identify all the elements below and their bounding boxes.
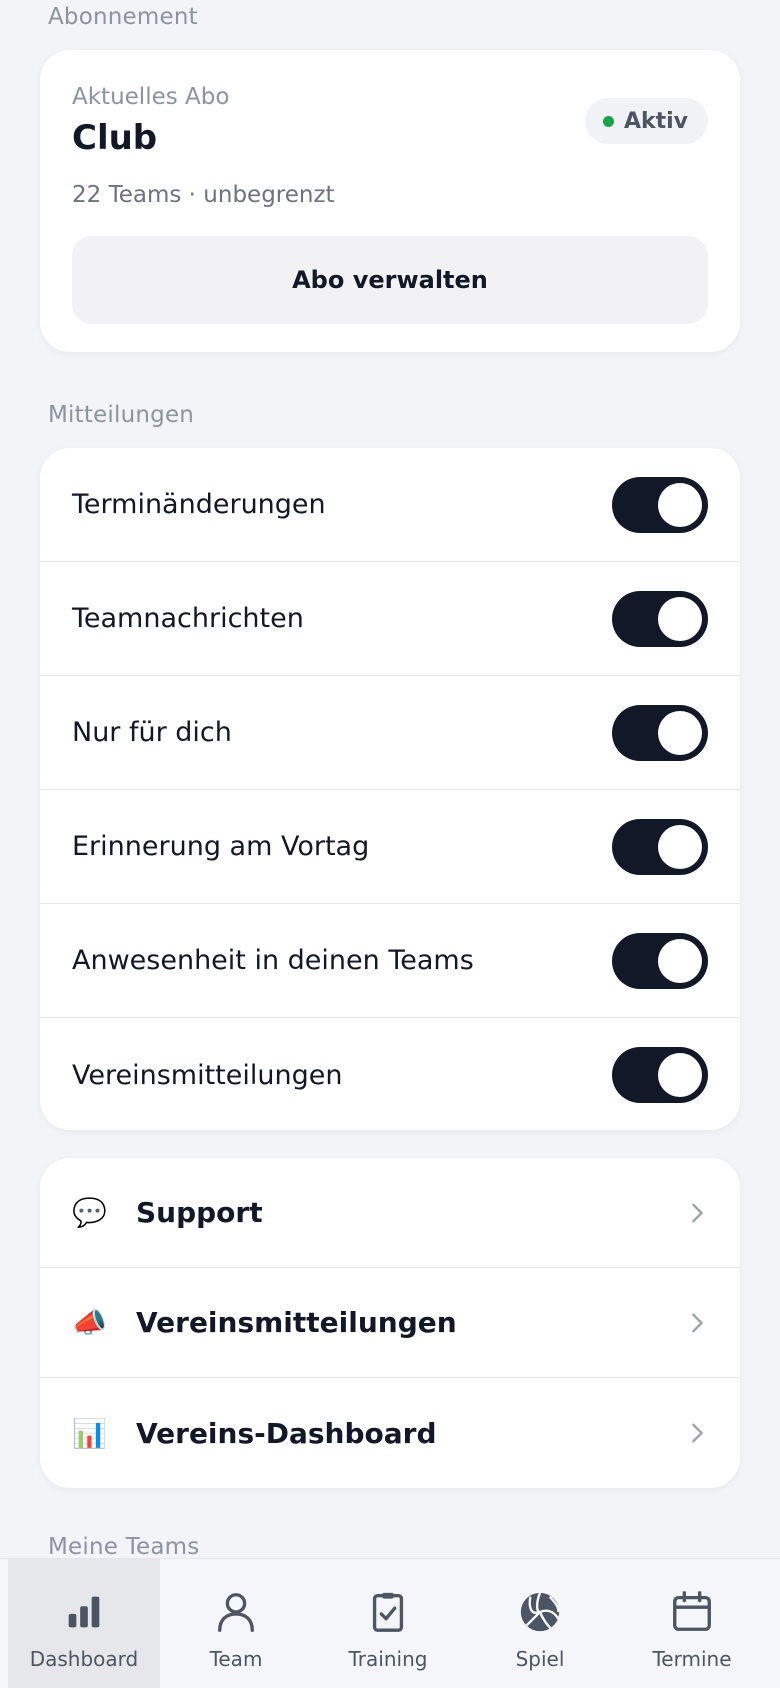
nav-item-game[interactable]: Spiel [464, 1559, 616, 1688]
megaphone-icon: 📣 [72, 1306, 107, 1339]
link-label: Vereinsmitteilungen [136, 1306, 457, 1339]
nav-item-team[interactable]: Team [160, 1559, 312, 1688]
notification-row-club-messages: Vereinsmitteilungen [40, 1018, 740, 1130]
manage-subscription-button[interactable]: Abo verwalten [72, 236, 708, 324]
notification-row-reminder: Erinnerung am Vortag [40, 790, 740, 904]
section-label-subscription: Abonnement [48, 4, 198, 30]
notification-row-team-messages: Teamnachrichten [40, 562, 740, 676]
notification-row-attendance: Anwesenheit in deinen Teams [40, 904, 740, 1018]
notification-label: Nur für dich [72, 717, 232, 748]
chevron-right-icon [692, 1423, 703, 1443]
volleyball-icon [520, 1592, 560, 1632]
link-row-club-messages[interactable]: 📣 Vereinsmitteilungen [40, 1268, 740, 1378]
nav-label: Dashboard [29, 1647, 139, 1671]
link-row-support[interactable]: 💬 Support [40, 1158, 740, 1268]
toggle-switch-team-messages[interactable] [612, 590, 708, 647]
link-label: Support [136, 1196, 263, 1229]
notification-label: Teamnachrichten [72, 603, 304, 634]
nav-item-dashboard[interactable]: Dashboard [8, 1559, 160, 1688]
subscription-small-label: Aktuelles Abo [72, 84, 230, 110]
nav-label: Spiel [515, 1647, 565, 1671]
subscription-meta: 22 Teams · unbegrenzt [72, 182, 335, 208]
notifications-card: Terminänderungen Teamnachrichten Nur für… [40, 448, 740, 1130]
notification-label: Anwesenheit in deinen Teams [72, 945, 474, 976]
notification-row-termin: Terminänderungen [40, 448, 740, 562]
person-icon [218, 1593, 254, 1632]
bottom-nav: Dashboard Team Training Spiel Termine [0, 1558, 780, 1688]
toggle-switch-attendance[interactable] [612, 932, 708, 989]
bar-chart-icon [68, 1596, 100, 1628]
toggle-knob [658, 482, 702, 527]
toggle-switch-club-messages[interactable] [612, 1047, 708, 1103]
subscription-card: Aktuelles Abo Club 22 Teams · unbegrenzt… [40, 50, 740, 352]
calendar-icon [673, 1591, 711, 1631]
subscription-plan-name: Club [72, 118, 158, 158]
section-label-my-teams: Meine Teams [48, 1534, 200, 1560]
nav-item-appointments[interactable]: Termine [616, 1559, 768, 1688]
link-row-club-dashboard[interactable]: 📊 Vereins-Dashboard [40, 1378, 740, 1488]
toggle-switch-termin[interactable] [612, 476, 708, 533]
toggle-knob [658, 824, 702, 869]
nav-label: Termine [652, 1647, 732, 1671]
status-badge-label: Aktiv [623, 108, 688, 134]
toggle-switch-reminder[interactable] [612, 818, 708, 875]
bar-chart-icon: 📊 [72, 1416, 107, 1450]
notification-label: Erinnerung am Vortag [72, 831, 370, 862]
toggle-switch-only-you[interactable] [612, 704, 708, 761]
toggle-knob [658, 938, 702, 983]
links-card: 💬 Support 📣 Vereinsmitteilungen 📊 Verein… [40, 1158, 740, 1488]
speech-bubble-icon: 💬 [72, 1196, 107, 1229]
nav-label: Training [348, 1647, 428, 1671]
status-badge: Aktiv [584, 98, 708, 144]
nav-label: Team [209, 1647, 263, 1671]
clipboard-check-icon [372, 1592, 404, 1632]
notification-row-only-you: Nur für dich [40, 676, 740, 790]
toggle-knob [658, 1053, 702, 1097]
nav-item-training[interactable]: Training [312, 1559, 464, 1688]
section-label-notifications: Mitteilungen [48, 402, 195, 428]
link-label: Vereins-Dashboard [136, 1416, 437, 1450]
toggle-knob [658, 710, 702, 755]
status-dot-icon [602, 115, 614, 127]
toggle-knob [658, 596, 702, 641]
settings-page: Abonnement Aktuelles Abo Club 22 Teams ·… [0, 0, 780, 1688]
chevron-right-icon [692, 1313, 703, 1332]
notification-label: Vereinsmitteilungen [72, 1059, 343, 1091]
chevron-right-icon [692, 1203, 703, 1222]
notification-label: Terminänderungen [72, 489, 326, 520]
